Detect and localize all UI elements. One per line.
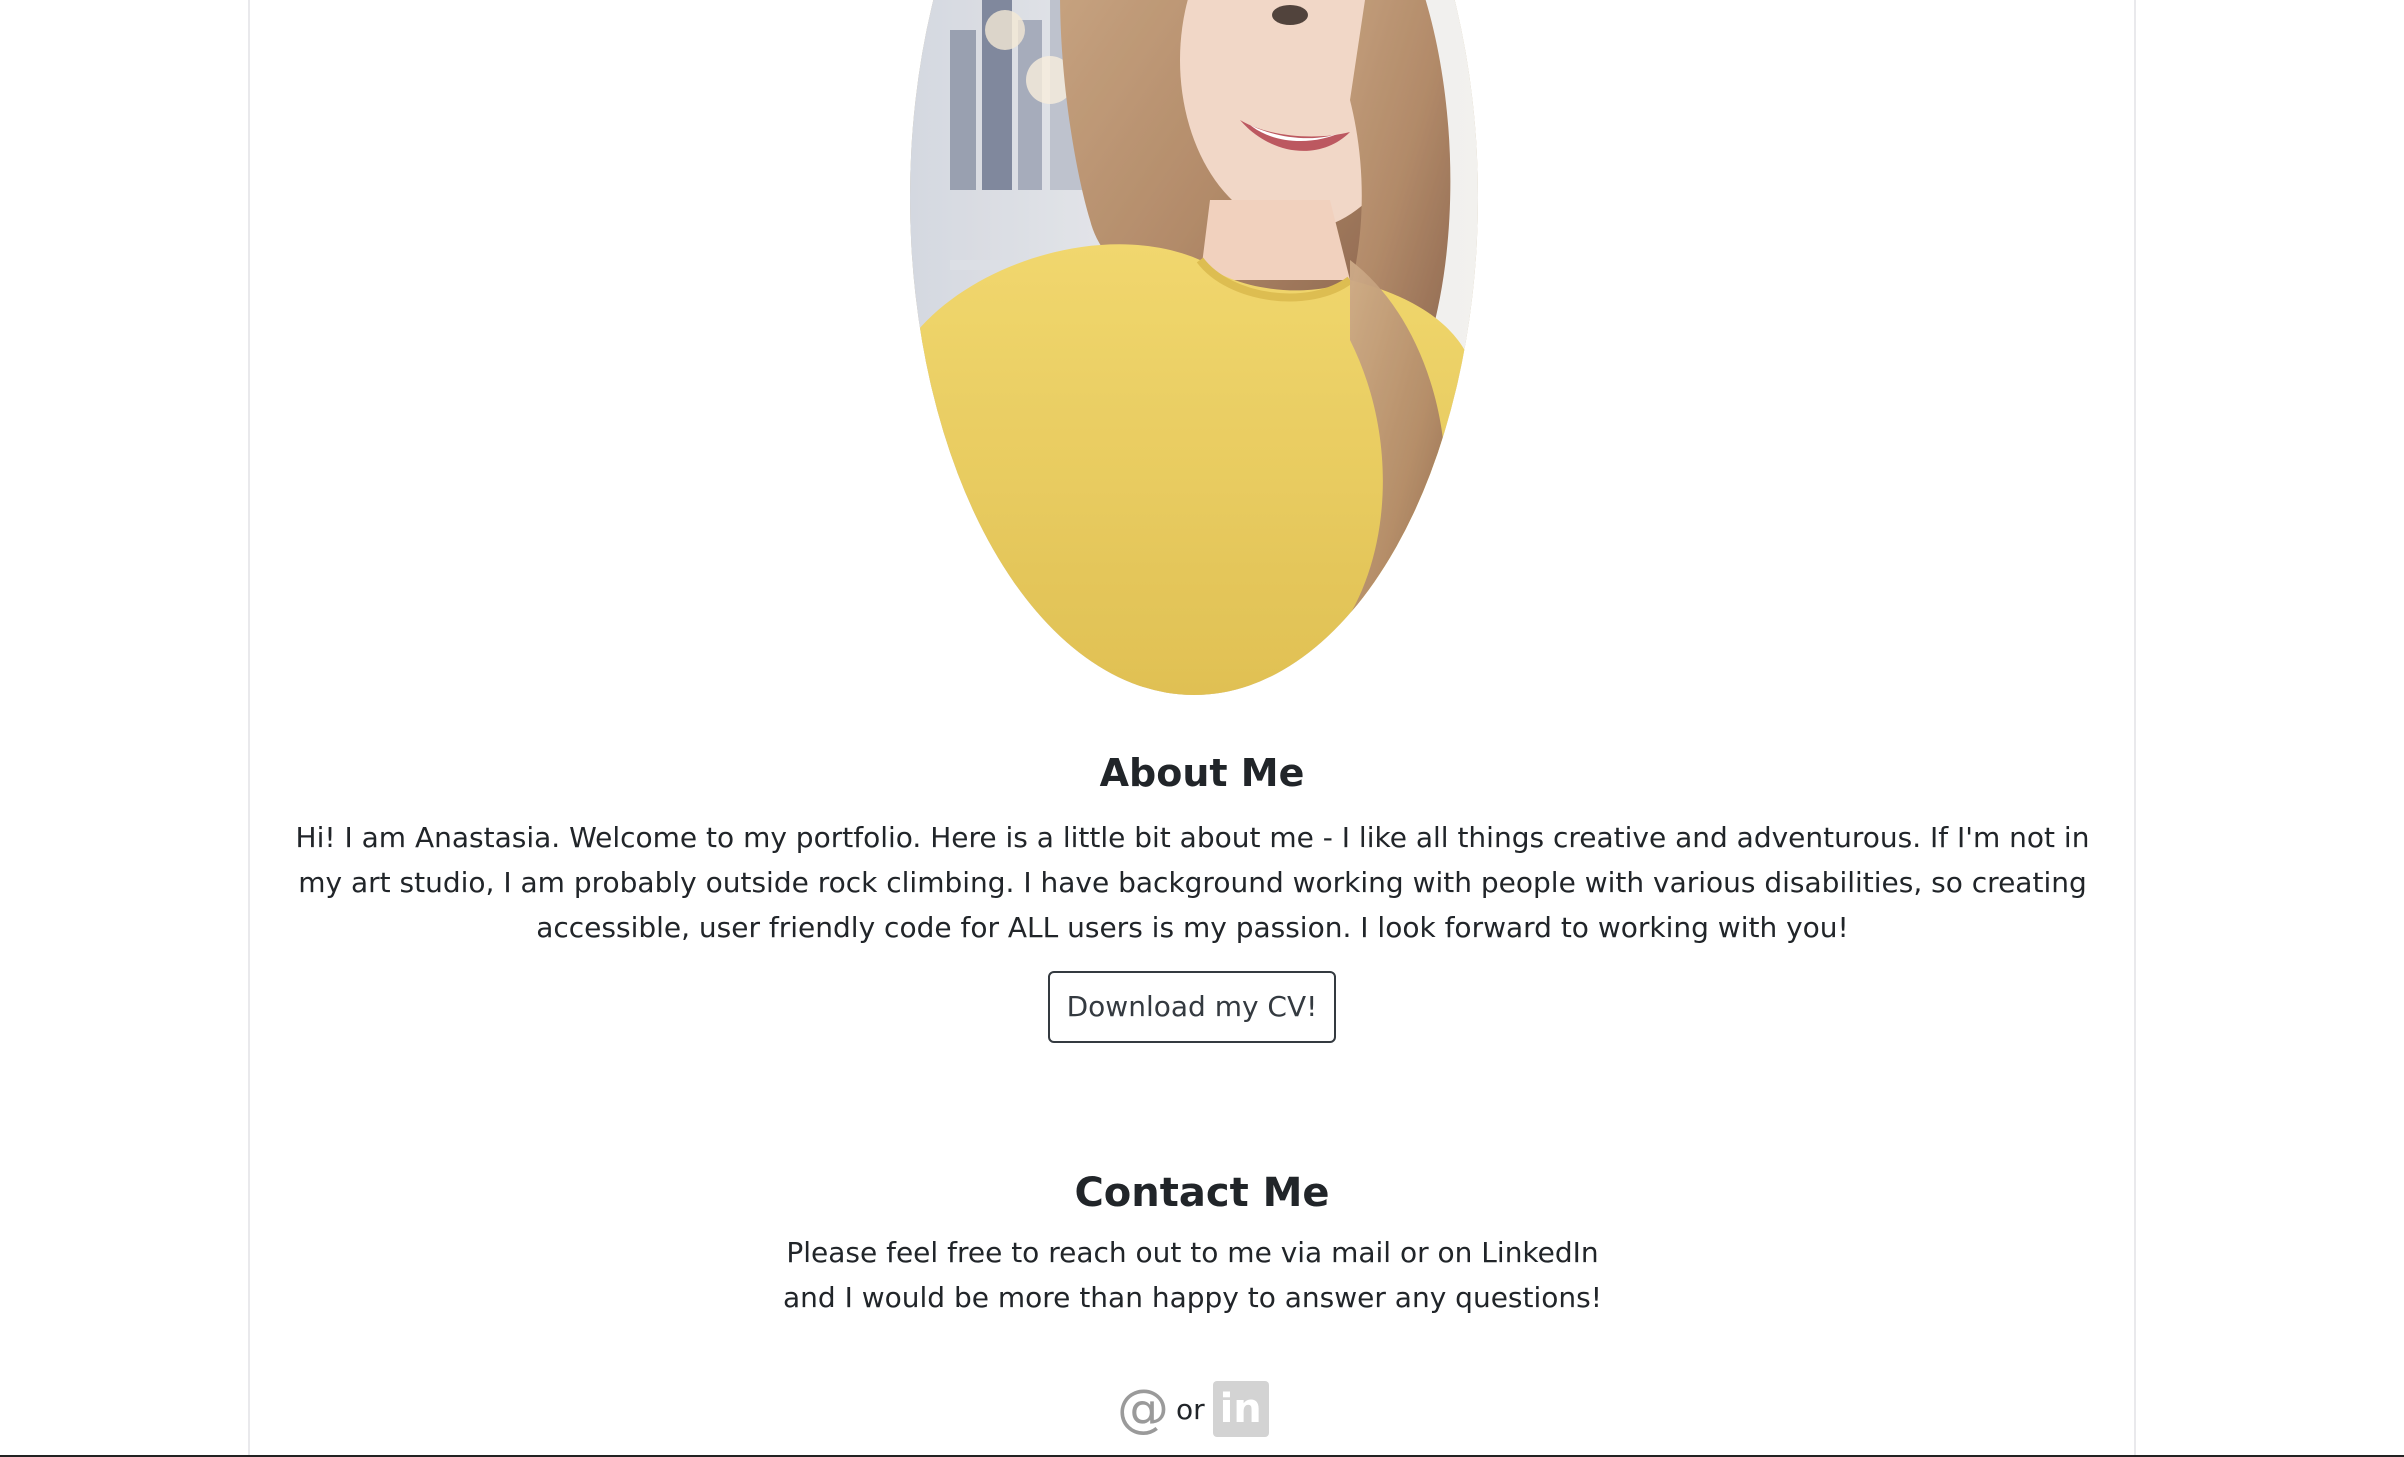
contact-links: @ or in [1117, 1381, 1269, 1437]
download-cv-button[interactable]: Download my CV! [1048, 971, 1336, 1043]
contact-text: Please feel free to reach out to me via … [783, 1236, 1602, 1314]
about-text: Hi! I am Anastasia. Welcome to my portfo… [295, 821, 2090, 944]
page: About Me Hi! I am Anastasia. Welcome to … [0, 0, 2404, 1457]
or-separator: or [1176, 1392, 1205, 1426]
linkedin-icon[interactable]: in [1212, 1381, 1269, 1437]
at-icon[interactable]: @ [1117, 1383, 1169, 1435]
contact-title: Contact Me [1074, 1170, 1330, 1216]
about-title: About Me [1099, 751, 1305, 795]
